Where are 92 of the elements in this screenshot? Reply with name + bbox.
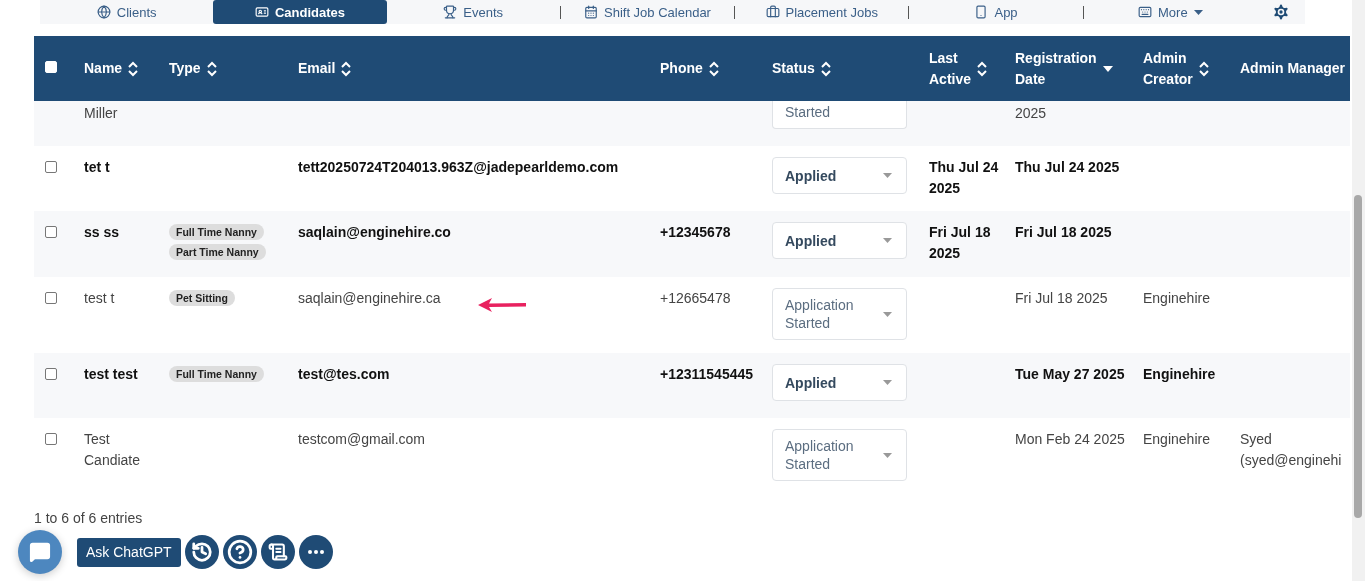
table-cell-text: Test Candiate <box>84 430 142 470</box>
table-cell-text: Miller <box>84 104 119 123</box>
more-button[interactable] <box>298 535 333 569</box>
sort-icon[interactable] <box>977 60 988 77</box>
column-header[interactable]: Last Active <box>929 47 1015 90</box>
type-tag: Pet Sitting <box>169 290 235 306</box>
table-cell-text: Fri Jul 18 2025 <box>929 223 992 263</box>
row-checkbox[interactable] <box>45 161 57 173</box>
history-icon <box>190 541 213 563</box>
trophy-icon <box>443 5 458 19</box>
table-cell-text: Mon Feb 24 2025 <box>1015 430 1126 449</box>
help-button[interactable] <box>222 535 257 569</box>
table-cell-text: saqlain@enginehire.co <box>298 223 452 242</box>
column-header[interactable]: Admin Creator <box>1143 47 1240 90</box>
row-checkbox[interactable] <box>45 292 57 304</box>
sort-icon[interactable] <box>820 60 831 77</box>
entries-count: 1 to 6 of 6 entries <box>34 510 144 526</box>
row-checkbox[interactable] <box>45 368 57 380</box>
type-tag: Part Time Nanny <box>169 244 266 260</box>
table-cell-text: Fri Jul 18 2025 <box>1015 289 1109 308</box>
table-cell-text: Syed (syed@enginehi <box>1240 430 1343 470</box>
nav-tab[interactable]: Events <box>386 0 560 24</box>
table-cell-text: +12311545445 <box>660 365 755 384</box>
table-cell-text: test test <box>84 365 139 384</box>
column-header[interactable]: Name <box>84 58 169 79</box>
nav-tab[interactable]: More <box>1083 0 1257 24</box>
column-header[interactable]: Type <box>169 58 298 79</box>
history-button[interactable] <box>184 535 219 569</box>
table-cell-text: Thu Jul 24 2025 <box>929 158 1000 198</box>
help-icon <box>226 539 253 565</box>
sort-icon[interactable] <box>708 60 719 77</box>
globe-icon <box>96 5 111 19</box>
nav-tab[interactable]: Candidates <box>213 0 387 24</box>
column-header[interactable]: Email <box>298 58 660 79</box>
column-header[interactable]: Status <box>772 58 929 79</box>
id-card-icon <box>254 5 269 19</box>
nav-tab[interactable]: Shift Job Calendar <box>560 0 735 24</box>
table-cell-text: Enginehire <box>1143 430 1211 449</box>
chat-button[interactable] <box>18 530 62 574</box>
type-tag: Full Time Nanny <box>169 224 264 240</box>
status-select[interactable]: Applied <box>772 364 907 401</box>
sort-icon[interactable] <box>341 60 352 77</box>
caret-down-icon <box>883 238 892 243</box>
keyboard-icon <box>1138 5 1152 19</box>
table-cell-text: test t <box>84 289 116 308</box>
table-cell-text: testcom@gmail.com <box>298 430 427 449</box>
table-cell-text: ss ss <box>84 223 121 242</box>
nav-tab[interactable]: Placement Jobs <box>735 0 909 24</box>
table-cell-text: +12345678 <box>660 223 732 242</box>
table-cell-text: test@tes.com <box>298 365 391 384</box>
table-cell-text: Enginehire <box>1143 365 1217 384</box>
sort-icon[interactable] <box>206 60 217 77</box>
nav-tab[interactable]: App <box>909 0 1083 24</box>
row-checkbox[interactable] <box>45 433 57 445</box>
table-cell-text: Enginehire <box>1143 289 1211 308</box>
table-cell-text: +12665478 <box>660 289 732 308</box>
calendar-icon <box>584 5 598 19</box>
briefcase-icon <box>765 5 780 19</box>
status-select[interactable]: Started <box>772 101 907 129</box>
type-tag: Full Time Nanny <box>169 366 264 382</box>
chat-icon <box>29 541 51 563</box>
scrollbar[interactable] <box>1352 0 1365 581</box>
caret-down-icon <box>883 452 892 458</box>
more-icon <box>307 550 324 554</box>
caret-down-icon <box>883 173 892 178</box>
nav-tab[interactable]: Clients <box>40 0 214 24</box>
table-cell-text: tet t <box>84 158 111 177</box>
sort-icon[interactable] <box>128 60 139 77</box>
table-cell-text: Tue May 27 2025 <box>1015 365 1126 384</box>
notes-button[interactable] <box>260 535 295 569</box>
status-select[interactable]: Application Started <box>772 288 907 340</box>
table-cell-text: Fri Jul 18 2025 <box>1015 223 1113 242</box>
table-cell-text: saqlain@enginehire.ca <box>298 289 442 308</box>
status-select[interactable]: Applied <box>772 157 907 194</box>
caret-down-icon[interactable] <box>1102 65 1113 72</box>
column-header[interactable]: Registration Date <box>1015 47 1143 90</box>
ask-chatgpt-button[interactable]: Ask ChatGPT <box>77 537 181 567</box>
sort-icon[interactable] <box>1198 60 1209 77</box>
row-checkbox[interactable] <box>45 226 57 238</box>
scroll-icon <box>267 542 288 562</box>
column-header[interactable]: Admin Manager <box>1240 58 1350 79</box>
select-all-checkbox[interactable] <box>45 60 57 73</box>
caret-down-icon <box>883 311 892 317</box>
caret-down-icon <box>1193 9 1203 15</box>
table-cell-text: Thu Jul 24 2025 <box>1015 158 1121 177</box>
caret-down-icon <box>883 380 892 385</box>
phone-icon <box>974 5 989 19</box>
status-select[interactable]: Application Started <box>772 429 907 481</box>
status-select[interactable]: Applied <box>772 222 907 259</box>
column-header[interactable]: Phone <box>660 58 772 79</box>
table-cell-text: 2025 <box>1015 104 1048 123</box>
table-cell-text: tett20250724T204013.963Z@jadepearldemo.com <box>298 158 620 177</box>
